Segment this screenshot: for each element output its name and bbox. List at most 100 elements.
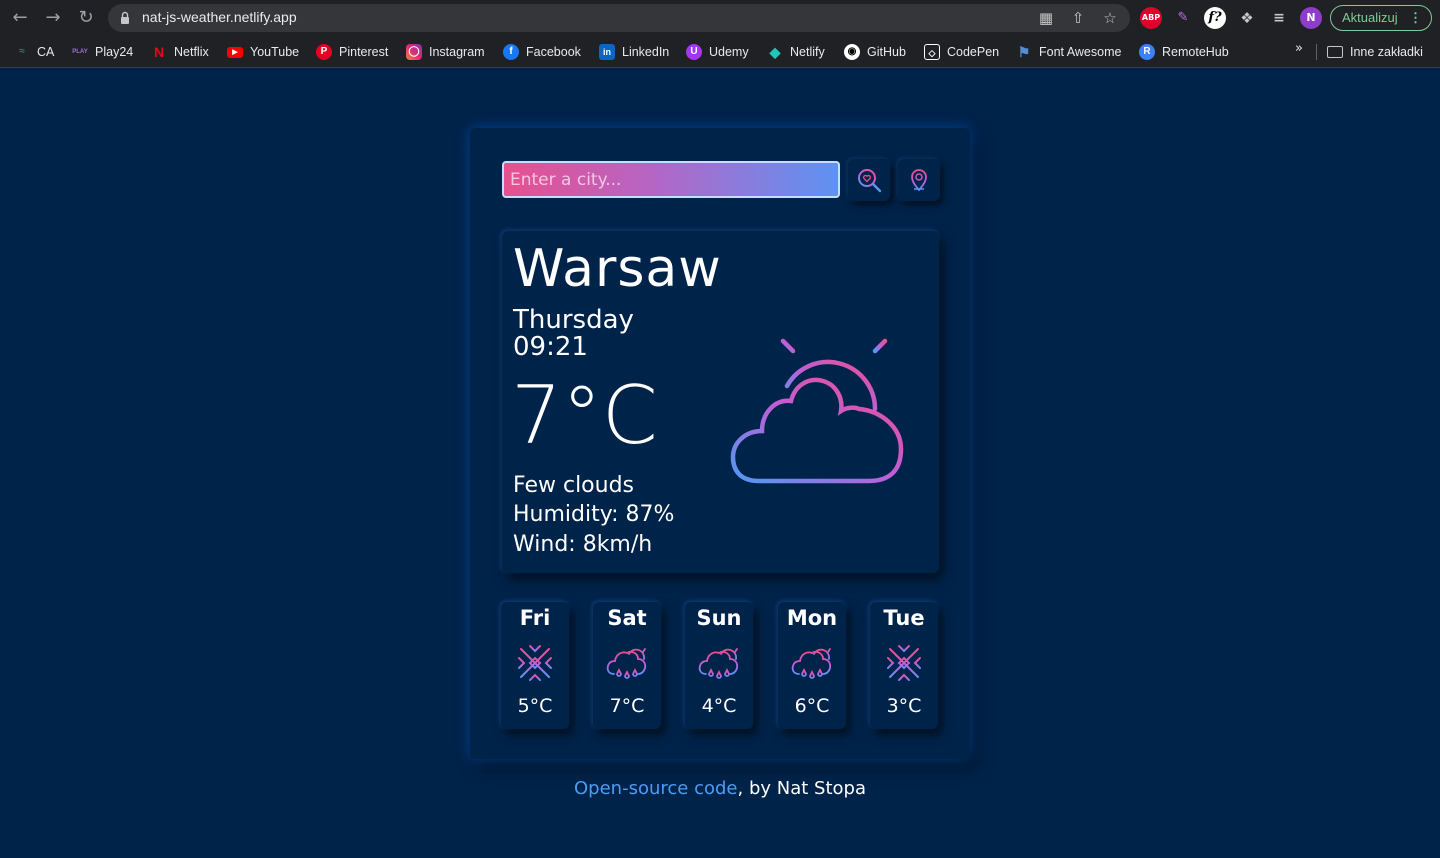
forecast-card: Sun 4°C [685,602,753,729]
forecast-day: Mon [786,606,838,630]
bookmark-label: Font Awesome [1039,45,1122,59]
search-heart-icon [858,169,882,193]
bookmark-linkedin[interactable]: in LinkedIn [599,42,669,62]
rain-cloud-icon [791,643,835,679]
netlify-icon: ◆ [769,44,781,60]
github-icon: ◉ [844,44,860,60]
bookmark-remotehub[interactable]: R RemoteHub [1139,42,1229,62]
bookmark-label: Udemy [709,45,749,59]
partly-cloudy-icon [730,324,904,484]
bookmark-instagram[interactable]: ◯ Instagram [406,42,485,62]
bookmark-label: Inne zakładki [1350,45,1423,59]
bookmark-codepen[interactable]: ◇ CodePen [924,42,999,62]
bookmark-label: Netflix [174,45,209,59]
bookmark-label: LinkedIn [622,45,670,59]
share-icon[interactable]: ⇧ [1068,8,1088,28]
adblock-extension-icon[interactable]: ABP [1140,7,1162,29]
reading-list-icon[interactable]: ≡ [1268,7,1290,29]
lock-icon [121,11,129,24]
update-button[interactable]: Aktualizuj ⋮ [1330,5,1432,31]
bookmark-label: YouTube [250,45,300,59]
bookmark-netlify[interactable]: ◆ Netlify [767,42,825,62]
footer-author: , by Nat Stopa [737,778,866,799]
bookmark-folder-other[interactable]: Inne zakładki [1327,42,1423,62]
instagram-icon: ◯ [406,44,422,60]
bookmark-youtube[interactable]: ▶ YouTube [227,42,299,62]
forward-icon[interactable]: → [41,6,65,30]
city-search-input[interactable] [502,161,840,198]
color-picker-extension-icon[interactable]: ✎ [1172,7,1194,29]
location-button[interactable] [898,159,940,201]
forecast-card: Mon 6°C [778,602,846,729]
bookmark-github[interactable]: ◉ GitHub [844,42,906,62]
back-icon[interactable]: ← [8,6,32,30]
extensions-puzzle-icon[interactable]: ❖ [1236,7,1258,29]
bookmark-pinterest[interactable]: P Pinterest [316,42,388,62]
bookmark-play24[interactable]: PLAY Play24 [72,42,133,62]
snowflake-icon [884,642,924,684]
bookmark-label: RemoteHub [1162,45,1229,59]
wind-text: Wind: 8km/h [513,532,653,557]
bookmark-label: Pinterest [339,45,389,59]
bookmark-label: Instagram [429,45,485,59]
profile-avatar[interactable]: N [1300,7,1322,29]
forecast-temp: 4°C [701,695,737,717]
current-day: Thursday [513,305,634,335]
facebook-icon: f [503,44,519,60]
city-name: Warsaw [513,239,722,299]
forecast-temp: 3°C [886,695,922,717]
location-pin-icon [911,169,927,192]
update-label: Aktualizuj [1342,10,1398,25]
forecast-card: Tue 3°C [870,602,938,729]
play-icon: PLAY [72,49,88,55]
weather-app-card: Warsaw Thursday 09:21 7°C Few clouds Hum… [470,128,970,759]
forecast-day: Sat [607,606,647,630]
browser-chrome: ← → ↻ nat-js-weather.netlify.app ▦ ⇧ ☆ A… [0,0,1440,68]
bookmark-label: CA [37,45,55,59]
star-icon[interactable]: ☆ [1100,8,1120,28]
linkedin-icon: in [599,44,615,60]
forecast-day: Tue [883,606,925,630]
remotehub-icon: R [1139,44,1155,60]
forecast-day: Fri [519,606,551,630]
url-text[interactable]: nat-js-weather.netlify.app [142,9,297,25]
bookmark-ca[interactable]: ≈ CA [14,42,54,62]
bookmark-facebook[interactable]: f Facebook [503,42,581,62]
current-weather-panel: Warsaw Thursday 09:21 7°C Few clouds Hum… [502,231,939,573]
forecast-temp: 5°C [517,695,553,717]
bookmark-font-awesome[interactable]: ⚑ Font Awesome [1016,42,1122,62]
bookmarks-bar: ≈ CA PLAY Play24 N Netflix ▶ YouTube P Pinter… [0,40,1440,64]
footer-credit: Open-source code, by Nat Stopa [0,778,1440,799]
humidity-text: Humidity: 87% [513,502,675,527]
bookmark-label: Netlify [790,45,825,59]
search-button[interactable] [848,159,890,201]
bookmark-label: Play24 [95,45,134,59]
current-time: 09:21 [513,332,588,362]
menu-dots-icon[interactable]: ⋮ [1409,6,1422,30]
folder-icon [1327,46,1343,58]
translate-icon[interactable]: ▦ [1036,8,1056,28]
pinterest-icon: P [316,44,332,60]
forecast-card: Sat 7°C [593,602,661,729]
bookmark-label: Facebook [526,45,581,59]
codepen-icon: ◇ [924,44,940,60]
snowflake-icon [515,642,555,684]
forecast-temp: 6°C [794,695,830,717]
browser-toolbar: ← → ↻ nat-js-weather.netlify.app ▦ ⇧ ☆ A… [0,0,1440,36]
address-bar[interactable]: nat-js-weather.netlify.app ▦ ⇧ ☆ [108,4,1130,32]
flag-icon: ⚑ [1017,44,1031,60]
ca-icon: ≈ [19,46,25,57]
forecast-day: Sun [696,606,742,630]
more-bookmarks-icon[interactable]: » [1295,41,1303,56]
bookmarks-divider [1316,44,1317,60]
font-extension-icon[interactable]: f? [1204,7,1226,29]
netflix-icon: N [153,44,165,60]
udemy-icon: U [686,44,702,60]
bookmark-udemy[interactable]: U Udemy [686,42,749,62]
reload-icon[interactable]: ↻ [74,6,98,30]
current-temperature: 7°C [511,369,658,462]
bookmark-netflix[interactable]: N Netflix [151,42,209,62]
forecast-card: Fri 5°C [501,602,569,729]
rain-cloud-icon [698,643,742,679]
open-source-link[interactable]: Open-source code [574,778,737,799]
